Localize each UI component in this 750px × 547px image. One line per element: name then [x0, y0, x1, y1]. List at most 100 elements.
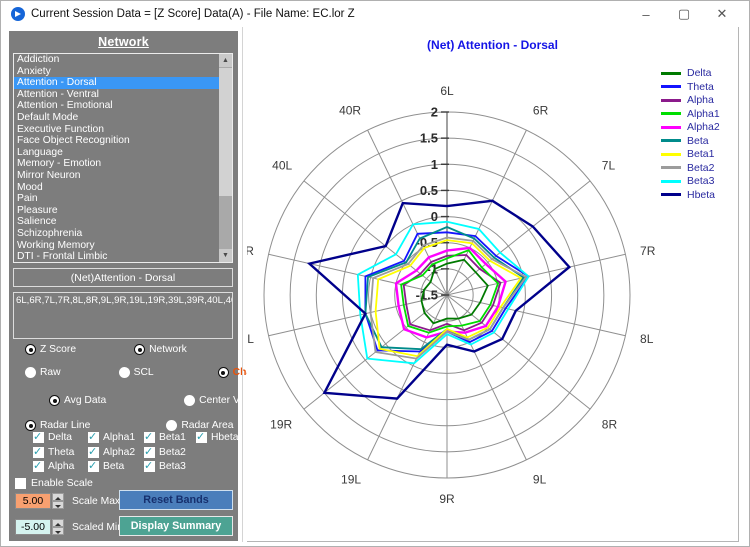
checkbox-box-icon[interactable]	[144, 447, 155, 458]
stepper-up-icon[interactable]	[52, 493, 64, 501]
radio-circle-icon[interactable]	[166, 420, 177, 431]
legend-swatch-icon	[661, 166, 681, 169]
radio-z-score[interactable]: Z Score	[25, 344, 76, 355]
legend-entry: Hbeta	[661, 189, 720, 201]
list-item[interactable]: Pleasure	[14, 205, 219, 217]
checkbox-row: Theta Alpha2 Beta2	[33, 447, 196, 458]
radio-label: Raw	[40, 367, 61, 378]
radio-label: Avg Data	[64, 395, 106, 406]
radio-circle-icon[interactable]	[134, 344, 145, 355]
checkbox-beta1[interactable]: Beta1	[144, 432, 196, 443]
svg-text:39R: 39R	[247, 244, 254, 258]
stepper-down-icon[interactable]	[52, 527, 64, 535]
list-item[interactable]: Attention - Ventral	[14, 89, 219, 101]
enable-scale-label: Enable Scale	[31, 477, 93, 489]
legend-label: Beta3	[687, 175, 714, 187]
legend-label: Alpha2	[687, 121, 720, 133]
scroll-thumb[interactable]	[219, 68, 232, 196]
checkbox-box-icon[interactable]	[33, 432, 44, 443]
checkbox-alpha2[interactable]: Alpha2	[88, 447, 144, 458]
enable-scale-checkbox[interactable]	[15, 478, 26, 489]
chart-panel: (Net) Attention - Dorsal 21.510.50-0.5-1…	[247, 27, 739, 542]
legend-entry: Beta2	[661, 162, 720, 174]
svg-text:8R: 8R	[602, 417, 618, 431]
checkbox-box-icon[interactable]	[33, 461, 44, 472]
radio-scl[interactable]: SCL	[119, 367, 154, 378]
list-item[interactable]: Anxiety	[14, 66, 219, 78]
checkbox-beta2[interactable]: Beta2	[144, 447, 196, 458]
legend-entry: Beta	[661, 135, 720, 147]
close-button[interactable]: ✕	[703, 1, 741, 27]
checkbox-alpha[interactable]: Alpha	[33, 461, 88, 472]
maximize-button[interactable]: ▢	[665, 1, 703, 27]
svg-text:19L: 19L	[341, 472, 361, 486]
list-item[interactable]: DTI - Frontal Limbic	[14, 251, 219, 263]
checkbox-beta[interactable]: Beta	[88, 461, 144, 472]
svg-text:2: 2	[431, 105, 438, 120]
list-item[interactable]: Default Mode	[14, 112, 219, 124]
scale-max-input[interactable]: 5.00	[15, 493, 51, 509]
checkbox-beta3[interactable]: Beta3	[144, 461, 196, 472]
radio-circle-icon[interactable]	[218, 367, 229, 378]
radio-circle-icon[interactable]	[25, 344, 36, 355]
checkbox-label: Alpha2	[103, 447, 135, 458]
channels-textbox[interactable]: 6L,6R,7L,7R,8L,8R,9L,9R,19L,19R,39L,39R,…	[13, 292, 233, 339]
checkbox-box-icon[interactable]	[88, 447, 99, 458]
enable-scale-row[interactable]: Enable Scale	[15, 477, 93, 489]
list-item[interactable]: Pain	[14, 193, 219, 205]
radio-row: Avg DataCenter Voxel	[15, 395, 258, 406]
svg-text:1.5: 1.5	[420, 131, 438, 146]
svg-text:6R: 6R	[533, 104, 549, 118]
svg-text:39L: 39L	[247, 332, 254, 346]
list-item[interactable]: Attention - Emotional	[14, 100, 219, 112]
legend-swatch-icon	[661, 139, 681, 142]
legend-swatch-icon	[661, 72, 681, 75]
radio-raw[interactable]: Raw	[25, 367, 61, 378]
checkbox-box-icon[interactable]	[144, 432, 155, 443]
list-scrollbar[interactable]: ▲ ▼	[219, 54, 232, 262]
list-item[interactable]: Mood	[14, 182, 219, 194]
radio-circle-icon[interactable]	[49, 395, 60, 406]
svg-text:40L: 40L	[272, 159, 292, 173]
list-item[interactable]: Executive Function	[14, 124, 219, 136]
stepper-down-icon[interactable]	[52, 501, 64, 509]
legend-entry: Alpha1	[661, 108, 720, 120]
checkbox-alpha1[interactable]: Alpha1	[88, 432, 144, 443]
checkbox-hbeta[interactable]: Hbeta	[196, 432, 246, 443]
checkbox-box-icon[interactable]	[144, 461, 155, 472]
checkbox-label: Beta2	[159, 447, 186, 458]
stepper-up-icon[interactable]	[52, 519, 64, 527]
panel-splitter[interactable]	[242, 27, 243, 542]
list-item[interactable]: Salience	[14, 216, 219, 228]
radio-circle-icon[interactable]	[25, 367, 36, 378]
minimize-button[interactable]: –	[627, 1, 665, 27]
scaled-min-input[interactable]: -5.00	[15, 519, 51, 535]
checkbox-theta[interactable]: Theta	[33, 447, 88, 458]
scroll-down-icon[interactable]: ▼	[219, 249, 232, 262]
list-item[interactable]: Memory - Emotion	[14, 158, 219, 170]
list-item[interactable]: Schizophrenia	[14, 228, 219, 240]
legend-label: Alpha1	[687, 108, 720, 120]
radio-circle-icon[interactable]	[184, 395, 195, 406]
radio-network[interactable]: Network	[134, 344, 187, 355]
checkbox-box-icon[interactable]	[88, 461, 99, 472]
radio-avg-data[interactable]: Avg Data	[49, 395, 106, 406]
checkbox-box-icon[interactable]	[196, 432, 207, 443]
reset-bands-button[interactable]: Reset Bands	[119, 490, 233, 510]
radio-circle-icon[interactable]	[119, 367, 130, 378]
scroll-up-icon[interactable]: ▲	[219, 54, 232, 67]
network-listbox[interactable]: AddictionAnxietyAttention - DorsalAttent…	[13, 53, 233, 263]
legend-swatch-icon	[661, 85, 681, 88]
list-item[interactable]: Addiction	[14, 54, 219, 66]
legend-swatch-icon	[661, 99, 681, 102]
list-item[interactable]: Language	[14, 147, 219, 159]
checkbox-delta[interactable]: Delta	[33, 432, 88, 443]
scale-max-stepper	[52, 493, 64, 509]
display-summary-button[interactable]: Display Summary	[119, 516, 233, 536]
list-item[interactable]: Face Object Recognition	[14, 135, 219, 147]
checkbox-box-icon[interactable]	[33, 447, 44, 458]
checkbox-box-icon[interactable]	[88, 432, 99, 443]
list-item[interactable]: Mirror Neuron	[14, 170, 219, 182]
list-item[interactable]: Working Memory	[14, 240, 219, 252]
list-item[interactable]: Attention - Dorsal	[14, 77, 219, 89]
